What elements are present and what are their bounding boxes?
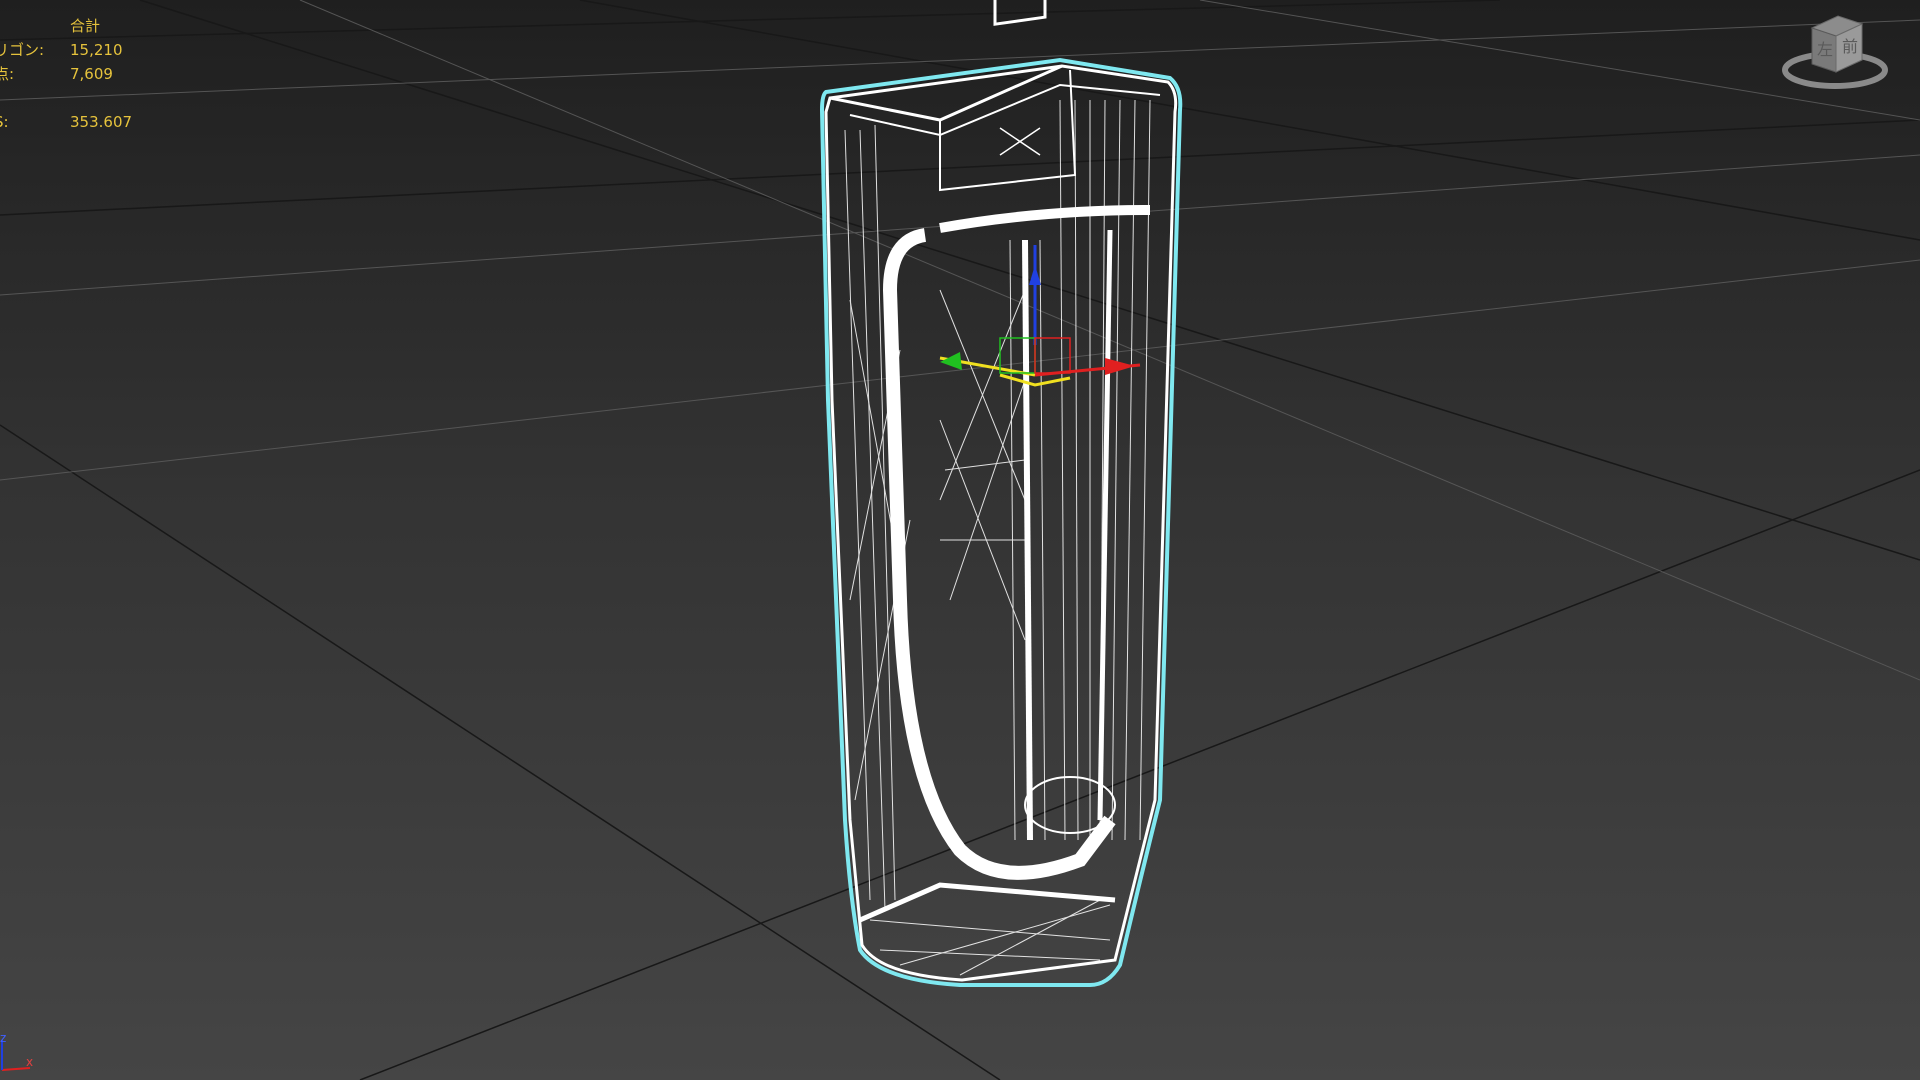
stats-fps-label: S: — [0, 113, 9, 131]
stats-polygons-row: リゴン: 15,210 — [0, 38, 160, 62]
gizmo-y-arrow — [940, 352, 962, 370]
stats-header-row: 合計 — [0, 14, 160, 38]
stats-fps-row: S: 353.607 — [0, 110, 160, 134]
viewcube-front-label: 前 — [1842, 37, 1858, 56]
stats-header: 合計 — [70, 17, 101, 35]
viewcube-left-label: 左 — [1817, 40, 1833, 59]
statistics-overlay: 合計 リゴン: 15,210 点: 7,609 S: 353.607 — [0, 14, 160, 134]
axis-z-label: z — [0, 1031, 6, 1045]
stats-spacer-row — [0, 86, 160, 110]
stats-fps-value: 353.607 — [70, 113, 133, 131]
stats-polygons-label: リゴン: — [0, 41, 45, 59]
axis-tripod: z x — [0, 1031, 33, 1071]
stats-polygons-value: 15,210 — [70, 41, 123, 59]
stats-vertices-label: 点: — [0, 65, 15, 83]
stats-vertices-value: 7,609 — [70, 65, 113, 83]
gizmo-z-arrow — [1029, 265, 1041, 285]
axis-x-label: x — [26, 1055, 33, 1069]
stats-vertices-row: 点: 7,609 — [0, 62, 160, 86]
3d-viewport[interactable]: 合計 リゴン: 15,210 点: 7,609 S: 353.607 左 前 z — [0, 0, 1920, 1080]
transform-gizmo[interactable] — [0, 0, 1920, 1080]
viewcube[interactable]: 左 前 — [1780, 10, 1890, 95]
gizmo-x-arrow — [1105, 358, 1135, 375]
gizmo-plane-handle — [999, 373, 1071, 387]
